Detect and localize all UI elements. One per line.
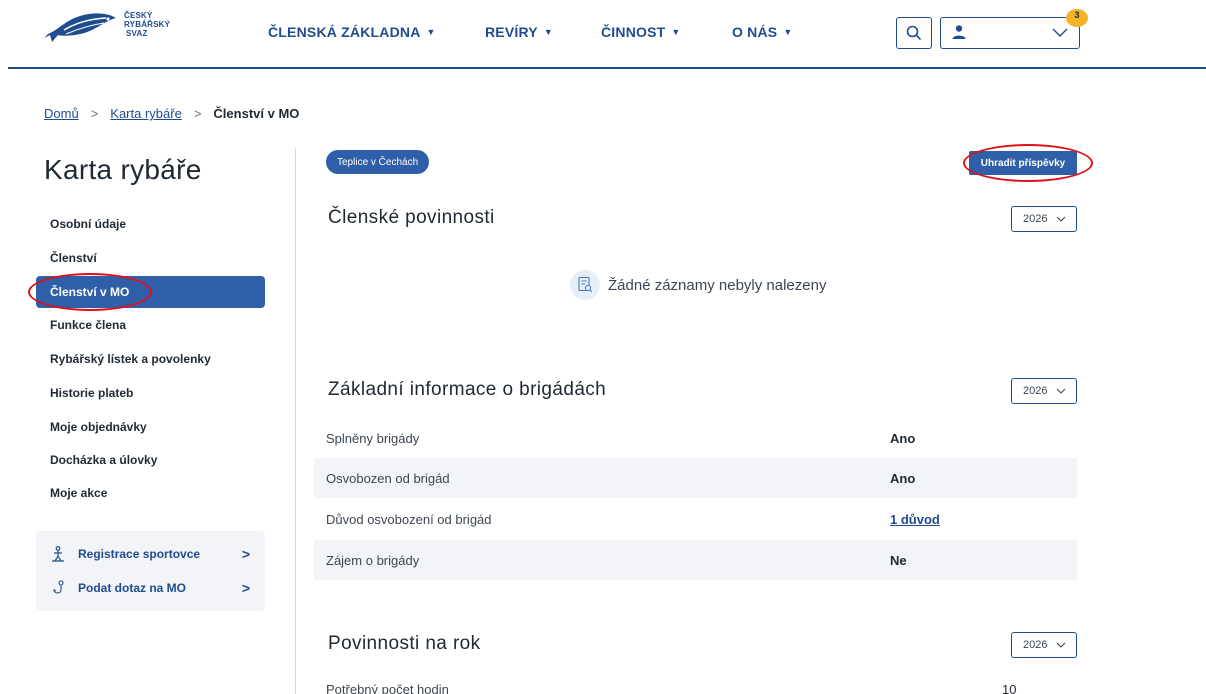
year-select-value: 2026 (1023, 385, 1048, 397)
year-select-value: 2026 (1023, 213, 1048, 225)
sidebar-link-label: Podat dotaz na MO (78, 581, 186, 595)
sidebar-item-dochazka-a-ulovky[interactable]: Docházka a úlovky (36, 444, 265, 476)
empty-state: Žádné záznamy nebyly nalezeny (570, 270, 826, 300)
fishing-hook-icon (50, 580, 66, 596)
sidebar-item-moje-objednavky[interactable]: Moje objednávky (36, 411, 265, 443)
search-icon (906, 25, 922, 41)
table-row: Potřebný počet hodin 10 (326, 682, 1086, 694)
year-select-brigades[interactable]: 2026 (1011, 378, 1077, 404)
sidebar-item-label: Členství (50, 251, 97, 265)
sidebar-item-osobni-udaje[interactable]: Osobní údaje (36, 208, 265, 240)
sidebar-item-label: Moje objednávky (50, 420, 147, 434)
row-label: Osvobozen od brigád (326, 470, 450, 486)
logo-wordmark: ČESKÝ RYBÁŘSKÝ SVAZ (124, 11, 170, 38)
nav-label: REVÍRY (485, 24, 538, 40)
sidebar-item-funkce-clena[interactable]: Funkce člena (36, 309, 265, 341)
section-title-brigady: Základní informace o brigádách (328, 379, 607, 400)
empty-state-text: Žádné záznamy nebyly nalezeny (608, 276, 827, 294)
sidebar-item-label: Historie plateb (50, 386, 134, 400)
sidebar-item-label: Moje akce (50, 486, 108, 500)
caret-down-icon: ▼ (671, 27, 681, 37)
breadcrumb-link-karta-rybare[interactable]: Karta rybáře (110, 106, 182, 121)
year-select-obligations[interactable]: 2026 (1011, 206, 1077, 232)
logo-line-1: ČESKÝ (124, 10, 153, 20)
sidebar-item-rybarsky-listek[interactable]: Rybářský lístek a povolenky (36, 343, 265, 375)
chevron-down-icon (1052, 28, 1068, 37)
section-title-povinnosti-na-rok: Povinnosti na rok (328, 633, 481, 654)
user-menu-button[interactable] (940, 17, 1080, 49)
sidebar-link-registrace-sportovce[interactable]: Registrace sportovce > (50, 546, 250, 562)
user-icon (952, 25, 966, 39)
breadcrumb-separator: > (193, 106, 202, 121)
section-title-clenske-povinnosti: Členské povinnosti (328, 207, 495, 228)
year-select-value: 2026 (1023, 639, 1048, 651)
content-divider (295, 148, 296, 694)
table-row: Osvobozen od brigád Ano (314, 458, 1077, 498)
logo-line-2: RYBÁŘSKÝ (124, 19, 171, 29)
table-row: Splněny brigády Ano (314, 418, 1077, 458)
no-records-icon (570, 270, 600, 300)
nav-o-nas[interactable]: O NÁS ▼ (732, 24, 792, 40)
pay-fees-button[interactable]: Uhradit příspěvky (969, 151, 1077, 175)
nav-label: O NÁS (732, 24, 778, 40)
notification-badge: 3 (1066, 9, 1088, 27)
chevron-down-icon (1056, 216, 1066, 222)
search-button[interactable] (896, 17, 932, 49)
breadcrumb-link-home[interactable]: Domů (44, 106, 79, 121)
fish-logo-icon (44, 13, 116, 42)
row-label: Potřebný počet hodin (326, 682, 449, 694)
row-label: Důvod osvobození od brigád (326, 511, 492, 527)
sidebar-item-moje-akce[interactable]: Moje akce (36, 477, 265, 509)
sidebar-links-box: Registrace sportovce > Podat dotaz na MO… (36, 531, 265, 611)
header-divider (8, 67, 1206, 69)
nav-clenska-zakladna[interactable]: ČLENSKÁ ZÁKLADNA ▼ (268, 24, 436, 40)
sidebar-item-clenstvi[interactable]: Členství (36, 242, 265, 274)
sidebar-item-label: Funkce člena (50, 318, 127, 332)
chevron-down-icon (1056, 388, 1066, 394)
year-select-yearly[interactable]: 2026 (1011, 632, 1077, 658)
chevron-down-icon (1056, 642, 1066, 648)
breadcrumb-current: Členství v MO (213, 106, 300, 121)
exemption-reason-link[interactable]: 1 důvod (890, 512, 940, 527)
row-value: Ano (890, 430, 916, 446)
site-logo[interactable]: ČESKÝ RYBÁŘSKÝ SVAZ (44, 4, 170, 44)
row-value: 10 (1002, 682, 1017, 694)
breadcrumb: Domů > Karta rybáře > Členství v MO (44, 106, 299, 121)
nav-reviry[interactable]: REVÍRY ▼ (485, 24, 553, 40)
row-label: Splněny brigády (326, 430, 420, 446)
table-row: Důvod osvobození od brigád 1 důvod (314, 499, 1077, 539)
sidebar-item-label: Osobní údaje (50, 217, 127, 231)
chevron-right-icon: > (241, 580, 250, 596)
site-header: ČESKÝ RYBÁŘSKÝ SVAZ ČLENSKÁ ZÁKLADNA ▼ RE… (0, 0, 1206, 69)
logo-line-3: SVAZ (126, 28, 148, 38)
breadcrumb-separator: > (90, 106, 99, 121)
row-value: Ano (890, 470, 916, 486)
nav-cinnost[interactable]: ČINNOST ▼ (601, 24, 681, 40)
nav-label: ČLENSKÁ ZÁKLADNA (268, 24, 421, 40)
sidebar-item-label: Rybářský lístek a povolenky (50, 352, 211, 366)
caret-down-icon: ▼ (426, 27, 436, 37)
athlete-icon (50, 546, 66, 562)
row-value: Ne (890, 552, 907, 568)
sidebar-link-podat-dotaz[interactable]: Podat dotaz na MO > (50, 580, 250, 596)
sidebar-item-label: Členství v MO (50, 285, 130, 299)
row-label: Zájem o brigády (326, 552, 420, 568)
caret-down-icon: ▼ (783, 27, 793, 37)
chevron-right-icon: > (241, 546, 250, 562)
sidebar-item-label: Docházka a úlovky (50, 453, 158, 467)
organization-pill[interactable]: Teplice v Čechách (326, 150, 430, 174)
nav-label: ČINNOST (601, 24, 666, 40)
sidebar-title: Karta rybáře (44, 154, 202, 185)
sidebar-link-label: Registrace sportovce (78, 547, 201, 561)
sidebar-item-clenstvi-v-mo[interactable]: Členství v MO (36, 276, 265, 308)
sidebar-item-historie-plateb[interactable]: Historie plateb (36, 377, 265, 409)
caret-down-icon: ▼ (543, 27, 553, 37)
table-row: Zájem o brigády Ne (314, 540, 1077, 580)
